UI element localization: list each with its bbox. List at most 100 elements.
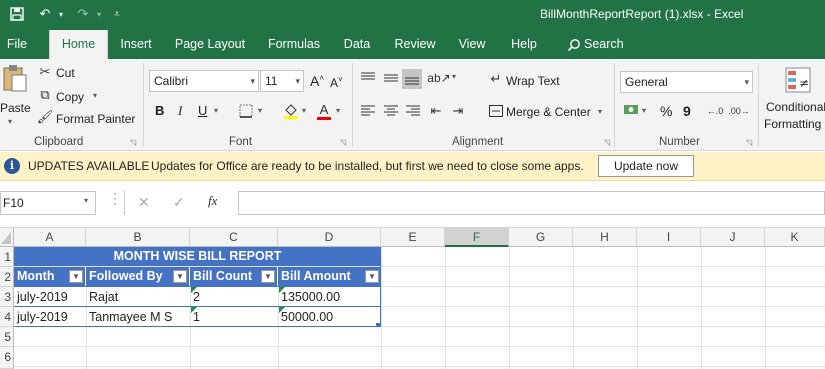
- row-header[interactable]: 3: [0, 287, 14, 307]
- table-cell[interactable]: 135000.00: [278, 288, 380, 306]
- decrease-decimal-icon[interactable]: .00→: [728, 103, 750, 119]
- underline-dropdown-icon[interactable]: ▾: [214, 106, 218, 115]
- cut-icon[interactable]: ✂: [38, 64, 52, 79]
- bold-button[interactable]: B: [155, 103, 164, 118]
- row-header[interactable]: 6: [0, 347, 14, 369]
- tab-home[interactable]: Home: [49, 30, 108, 59]
- align-middle-icon[interactable]: [383, 70, 399, 86]
- paste-button[interactable]: Paste: [0, 101, 31, 115]
- shrink-font-button[interactable]: A˅: [330, 75, 343, 90]
- search-label[interactable]: Search: [584, 30, 624, 59]
- row-header[interactable]: 5: [0, 327, 14, 347]
- paste-icon[interactable]: [0, 63, 30, 93]
- decrease-indent-icon[interactable]: ⇤: [428, 103, 444, 118]
- report-title[interactable]: MONTH WISE BILL REPORT: [14, 247, 381, 266]
- number-launcher-icon[interactable]: ◹: [746, 138, 752, 147]
- error-indicator-icon[interactable]: [279, 307, 285, 313]
- name-box-dropdown-icon[interactable]: ▾: [84, 196, 88, 205]
- insert-function-icon[interactable]: fx: [208, 193, 217, 209]
- font-launcher-icon[interactable]: ◹: [340, 138, 346, 147]
- customize-icon[interactable]: ⩡: [110, 3, 124, 25]
- column-header[interactable]: A: [14, 228, 86, 247]
- undo-icon[interactable]: ↶: [34, 3, 56, 25]
- borders-icon[interactable]: [238, 103, 254, 119]
- column-header[interactable]: H: [573, 228, 637, 247]
- column-header[interactable]: D: [278, 228, 381, 247]
- enter-icon[interactable]: ✓: [173, 194, 185, 211]
- table-header-cell[interactable]: Bill Amount ▼: [278, 267, 381, 286]
- paste-dropdown-icon[interactable]: ▾: [8, 117, 12, 126]
- table-resize-handle[interactable]: [376, 323, 380, 326]
- merge-center-icon[interactable]: [488, 104, 504, 118]
- alignment-launcher-icon[interactable]: ◹: [604, 138, 610, 147]
- table-cell[interactable]: 2: [190, 288, 278, 306]
- select-all-corner[interactable]: [0, 228, 14, 247]
- align-center-icon[interactable]: [383, 104, 399, 118]
- column-header[interactable]: I: [637, 228, 701, 247]
- filter-dropdown-icon[interactable]: ▼: [365, 270, 379, 283]
- percent-button[interactable]: %: [660, 103, 672, 119]
- filter-dropdown-icon[interactable]: ▼: [69, 270, 83, 283]
- save-icon[interactable]: [6, 3, 28, 25]
- copy-icon[interactable]: ⧉: [38, 87, 52, 102]
- row-header[interactable]: 4: [0, 307, 14, 327]
- font-size-select[interactable]: 11 ▾: [260, 70, 304, 92]
- tab-formulas[interactable]: Formulas: [262, 30, 326, 59]
- column-header[interactable]: C: [190, 228, 278, 247]
- copy-dropdown-icon[interactable]: ▾: [93, 91, 97, 100]
- align-right-icon[interactable]: [405, 104, 421, 118]
- align-bottom-icon[interactable]: [402, 69, 422, 89]
- tab-review[interactable]: Review: [388, 30, 442, 59]
- underline-button[interactable]: U: [198, 103, 207, 118]
- copy-button[interactable]: Copy: [56, 90, 84, 104]
- undo-dropdown-icon[interactable]: ▾: [56, 3, 66, 25]
- font-color-icon[interactable]: A: [316, 101, 332, 121]
- comma-button[interactable]: 9: [683, 103, 691, 119]
- drag-handle-icon[interactable]: ⋮: [108, 190, 122, 207]
- tab-insert[interactable]: Insert: [114, 30, 158, 59]
- column-header[interactable]: K: [765, 228, 825, 247]
- column-header[interactable]: E: [381, 228, 445, 247]
- table-cell[interactable]: Rajat: [86, 288, 190, 306]
- fill-dropdown-icon[interactable]: ▾: [302, 106, 306, 115]
- align-top-icon[interactable]: [360, 70, 376, 86]
- worksheet-grid[interactable]: A B C D E F G H I J K 1 2 3 4 5 6 MONTH …: [0, 228, 825, 369]
- update-now-button[interactable]: Update now: [598, 155, 694, 177]
- conditional-formatting-label-1[interactable]: Conditional: [766, 100, 825, 114]
- currency-dropdown-icon[interactable]: ▾: [642, 106, 646, 115]
- cancel-icon[interactable]: ✕: [138, 194, 150, 211]
- format-painter-button[interactable]: Format Painter: [56, 112, 135, 126]
- error-indicator-icon[interactable]: [279, 287, 285, 293]
- column-header[interactable]: G: [509, 228, 573, 247]
- table-header-cell[interactable]: Bill Count ▼: [190, 267, 278, 286]
- tab-help[interactable]: Help: [504, 30, 544, 59]
- orientation-dropdown-icon[interactable]: ▾: [452, 72, 456, 81]
- tab-view[interactable]: View: [452, 30, 492, 59]
- currency-icon[interactable]: [622, 102, 640, 118]
- column-header-selected[interactable]: F: [445, 228, 509, 247]
- error-indicator-icon[interactable]: [191, 287, 197, 293]
- table-cell[interactable]: july-2019: [14, 288, 86, 306]
- filter-dropdown-icon[interactable]: ▼: [173, 270, 187, 283]
- redo-icon[interactable]: ↷: [72, 3, 94, 25]
- increase-indent-icon[interactable]: ⇥: [450, 103, 466, 118]
- italic-button[interactable]: I: [178, 103, 182, 119]
- borders-dropdown-icon[interactable]: ▾: [258, 106, 262, 115]
- table-cell[interactable]: 50000.00: [278, 308, 380, 326]
- font-color-dropdown-icon[interactable]: ▾: [336, 106, 340, 115]
- search-icon[interactable]: [562, 30, 586, 59]
- error-indicator-icon[interactable]: [191, 307, 197, 313]
- tab-file[interactable]: File: [0, 30, 34, 59]
- table-header-cell[interactable]: Followed By ▼: [86, 267, 190, 286]
- grow-font-button[interactable]: A˄: [310, 73, 324, 89]
- fill-color-icon[interactable]: [282, 101, 300, 121]
- table-cell[interactable]: Tanmayee M S: [86, 308, 190, 326]
- redo-dropdown-icon[interactable]: ▾: [94, 3, 104, 25]
- conditional-formatting-label-2[interactable]: Formatting: [764, 117, 821, 131]
- conditional-formatting-icon[interactable]: ≠: [784, 66, 812, 94]
- table-header-cell[interactable]: Month ▼: [14, 267, 86, 286]
- merge-dropdown-icon[interactable]: ▾: [598, 107, 602, 116]
- wrap-text-button[interactable]: Wrap Text: [506, 74, 560, 88]
- clipboard-launcher-icon[interactable]: ◹: [130, 138, 136, 147]
- row-header[interactable]: 2: [0, 267, 14, 287]
